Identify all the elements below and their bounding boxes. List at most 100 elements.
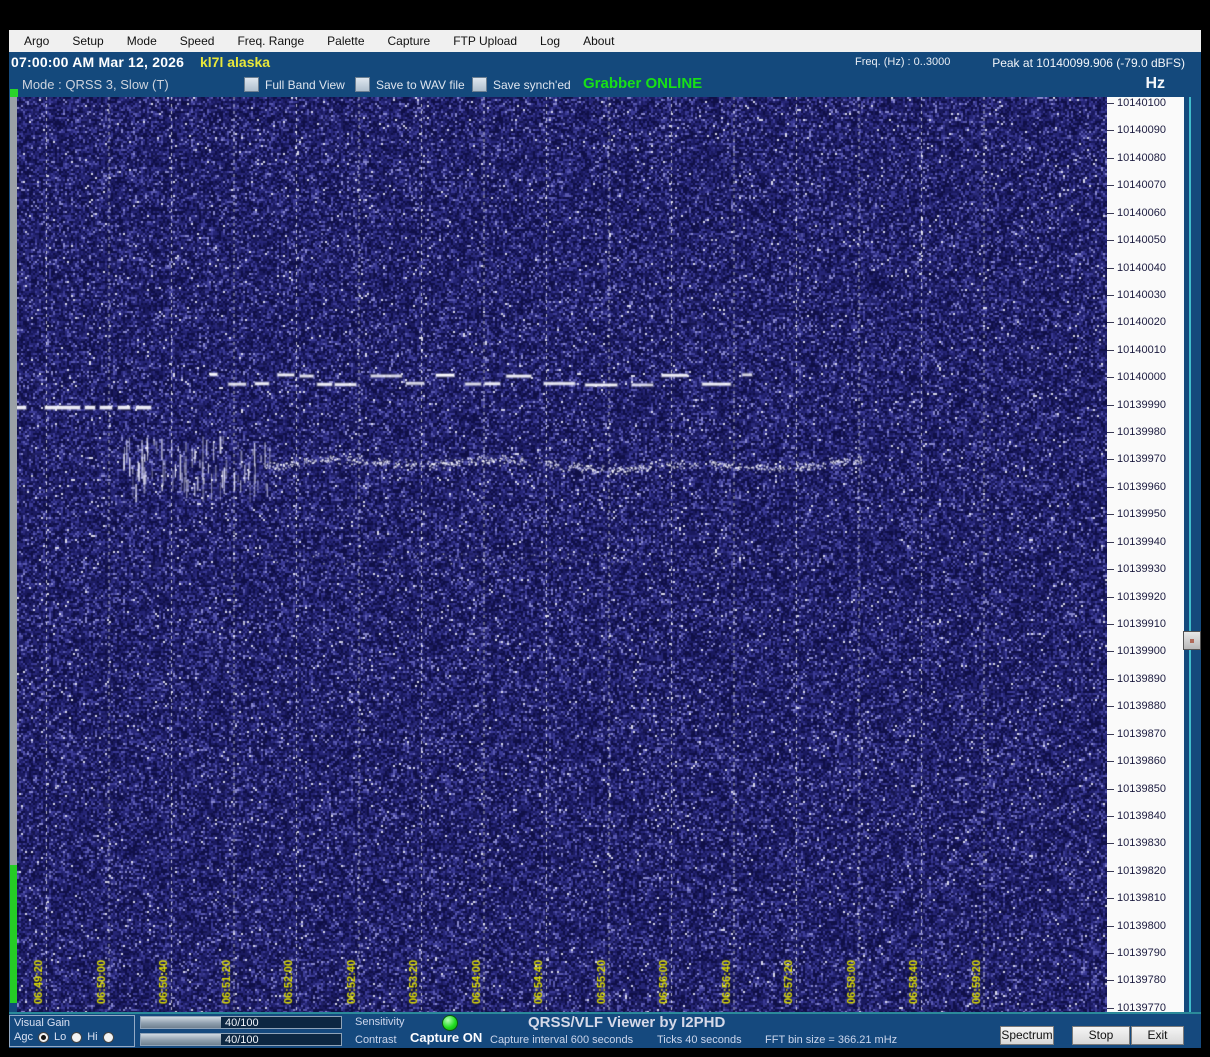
menu-item-log[interactable]: Log <box>532 34 575 48</box>
freq-tick <box>1107 185 1114 187</box>
menu-item-about[interactable]: About <box>575 34 629 48</box>
radio-lo[interactable] <box>71 1031 83 1043</box>
freq-tick <box>1107 733 1114 735</box>
waterfall-display <box>17 97 1107 1012</box>
freq-tick <box>1107 815 1114 817</box>
checkbox-label: Save to WAV file <box>376 77 465 92</box>
menu-item-speed[interactable]: Speed <box>172 34 230 48</box>
grabber-status: Grabber ONLINE <box>583 75 703 92</box>
mode-bar: Mode : QRSS 3, Slow (T) Grabber ONLINE H… <box>9 73 1201 97</box>
freq-tick <box>1107 651 1114 653</box>
menu-item-setup[interactable]: Setup <box>64 34 118 48</box>
checkbox-group-save-synch-ed[interactable]: Save synch'ed <box>472 77 571 92</box>
freq-tick <box>1107 349 1114 351</box>
sensitivity-slider-value: 40/100 <box>225 1017 259 1029</box>
freq-label: 10140070 <box>1117 179 1166 192</box>
freq-tick <box>1107 925 1114 927</box>
fft-bin-label: FFT bin size = 366.21 mHz <box>765 1034 898 1046</box>
capture-led-icon <box>442 1015 458 1031</box>
freq-label: 10139910 <box>1117 617 1166 630</box>
level-meter-fill <box>10 865 17 1003</box>
app-title: QRSS/VLF Viewer by I2PHD <box>528 1014 726 1031</box>
freq-tick <box>1107 240 1114 242</box>
sensitivity-label: Sensitivity <box>355 1016 405 1028</box>
freq-label: 10139790 <box>1117 947 1166 960</box>
menu-item-freq-range[interactable]: Freq. Range <box>229 34 319 48</box>
contrast-label: Contrast <box>355 1034 397 1046</box>
checkbox-unchecked[interactable] <box>472 77 487 92</box>
freq-label: 10139970 <box>1117 453 1166 466</box>
freq-label: 10140020 <box>1117 316 1166 329</box>
freq-label: 10140050 <box>1117 234 1166 247</box>
freq-tick <box>1107 898 1114 900</box>
header-bar: 07:00:00 AM Mar 12, 2026 kl7l alaska Fre… <box>9 52 1201 73</box>
freq-label: 10140030 <box>1117 288 1166 301</box>
contrast-slider-fill <box>141 1034 221 1045</box>
freq-tick <box>1107 157 1114 159</box>
radio-label-hi: Hi <box>87 1031 98 1043</box>
freq-tick <box>1107 130 1114 132</box>
freq-label: 10139870 <box>1117 727 1166 740</box>
freq-label: 10139840 <box>1117 809 1166 822</box>
freq-label: 10139940 <box>1117 535 1166 548</box>
freq-tick <box>1107 678 1114 680</box>
menu-item-ftp-upload[interactable]: FTP Upload <box>445 34 532 48</box>
freq-label: 10139920 <box>1117 590 1166 603</box>
menu-item-capture[interactable]: Capture <box>380 34 446 48</box>
freq-label: 10139960 <box>1117 480 1166 493</box>
freq-label: 10139820 <box>1117 864 1166 877</box>
argo-window: Argo Setup Mode Speed Freq. Range Palette Capt… <box>9 30 1201 1048</box>
meter-top-indicator <box>10 89 18 97</box>
radio-label-agc: Agc <box>14 1031 33 1043</box>
freq-label: 10140010 <box>1117 343 1166 356</box>
hz-unit-label: Hz <box>1145 75 1165 92</box>
clock-date: 07:00:00 AM Mar 12, 2026 <box>11 54 185 70</box>
checkbox-group-full-band-view[interactable]: Full Band View <box>244 77 345 92</box>
freq-tick <box>1107 596 1114 598</box>
menu-item-palette[interactable]: Palette <box>319 34 379 48</box>
radio-label-lo: Lo <box>53 1031 67 1043</box>
menu-item-argo[interactable]: Argo <box>16 34 64 48</box>
freq-label: 10139990 <box>1117 398 1166 411</box>
freq-tick <box>1107 623 1114 625</box>
exit-button[interactable]: Exit <box>1131 1026 1184 1045</box>
frequency-scrollbar-thumb[interactable] <box>1183 631 1201 650</box>
checkbox-label: Full Band View <box>265 77 345 92</box>
scale-edge-line <box>1189 97 1191 1012</box>
freq-tick <box>1107 569 1114 571</box>
freq-label: 10140060 <box>1117 206 1166 219</box>
sensitivity-slider-fill <box>141 1017 221 1028</box>
contrast-slider[interactable]: 40/100 <box>140 1033 342 1046</box>
freq-tick <box>1107 1007 1114 1009</box>
callsign-label: kl7l alaska <box>200 54 271 70</box>
radio-hi[interactable] <box>102 1031 114 1043</box>
freq-label: 10139900 <box>1117 645 1166 658</box>
freq-tick <box>1107 103 1114 104</box>
freq-tick <box>1107 870 1114 872</box>
checkbox-group-save-to-wav-file[interactable]: Save to WAV file <box>355 77 465 92</box>
freq-tick <box>1107 404 1114 406</box>
freq-label: 10139980 <box>1117 426 1166 439</box>
freq-tick <box>1107 486 1114 488</box>
radio-agc[interactable] <box>37 1031 49 1043</box>
frequency-scale: 10140100 10140090 10140080 10140070 10140060… <box>1107 97 1184 1014</box>
spectrum-button[interactable]: Spectrum <box>1000 1026 1054 1045</box>
freq-tick <box>1107 294 1114 296</box>
stop-button[interactable]: Stop <box>1072 1026 1130 1045</box>
checkbox-unchecked[interactable] <box>355 77 370 92</box>
menu-item-mode[interactable]: Mode <box>119 34 172 48</box>
freq-label: 10139810 <box>1117 892 1166 905</box>
checkbox-unchecked[interactable] <box>244 77 259 92</box>
freq-tick <box>1107 377 1114 379</box>
freq-tick <box>1107 459 1114 461</box>
ticks-interval-label: Ticks 40 seconds <box>657 1034 742 1046</box>
freq-tick <box>1107 953 1114 955</box>
freq-tick <box>1107 788 1114 790</box>
visual-gain-label: Visual Gain <box>14 1017 71 1029</box>
freq-label: 10140100 <box>1117 97 1166 109</box>
mode-label: Mode : QRSS 3, Slow (T) <box>22 77 169 92</box>
sensitivity-slider[interactable]: 40/100 <box>140 1016 342 1029</box>
freq-tick <box>1107 432 1114 434</box>
freq-tick <box>1107 843 1114 845</box>
freq-tick <box>1107 761 1114 763</box>
